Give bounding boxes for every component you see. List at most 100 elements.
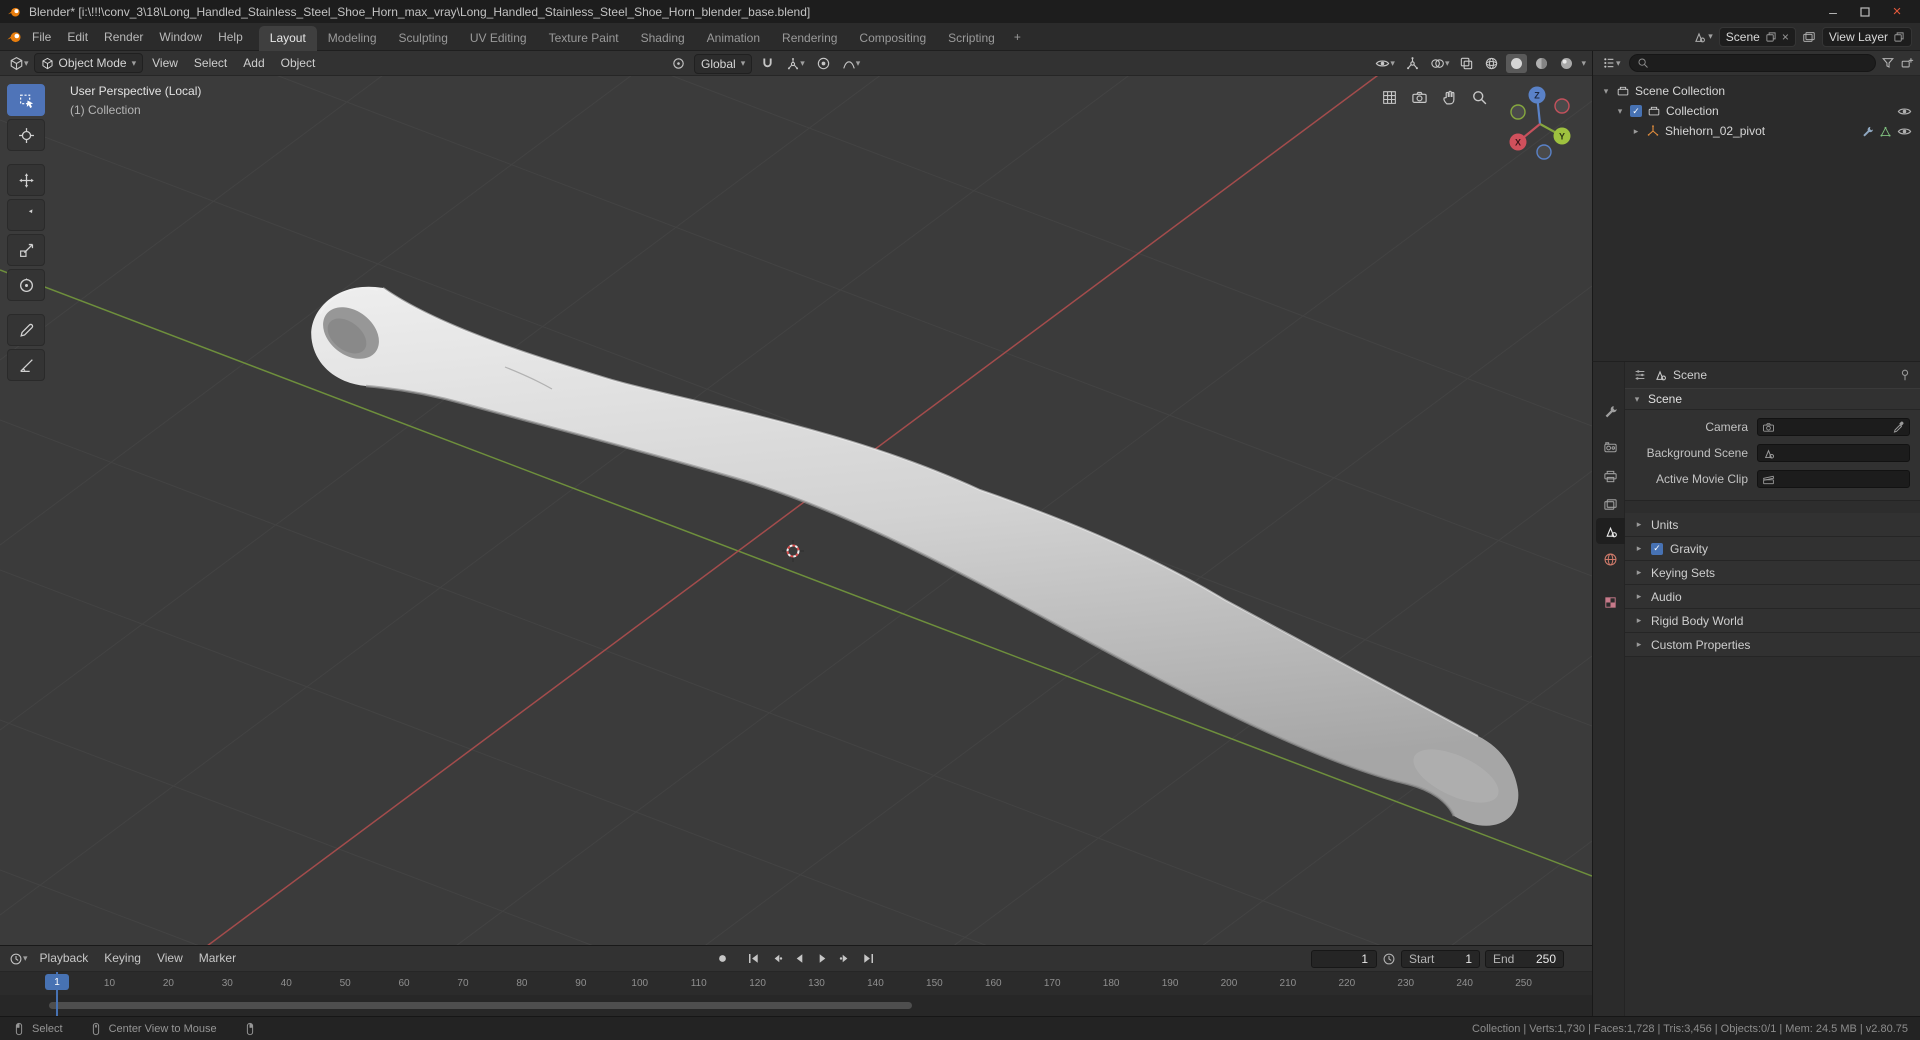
tab-scripting[interactable]: Scripting xyxy=(937,26,1006,51)
tab-output-properties[interactable] xyxy=(1596,463,1625,489)
collapse-icon[interactable]: ▸ xyxy=(1631,126,1641,137)
auto-keying-button[interactable] xyxy=(712,949,732,968)
rotate-tool[interactable] xyxy=(7,199,45,231)
toggle-ortho-icon[interactable] xyxy=(1381,89,1398,106)
current-frame-badge[interactable]: 1 xyxy=(45,974,69,990)
tab-texture-properties[interactable] xyxy=(1596,589,1625,615)
menu-help[interactable]: Help xyxy=(210,23,251,51)
viewport-canvas[interactable] xyxy=(0,76,1592,945)
pivot-point-button[interactable] xyxy=(668,54,689,73)
active-movie-clip-field[interactable] xyxy=(1757,470,1910,488)
transform-tool[interactable] xyxy=(7,269,45,301)
gizmo-neg-z[interactable] xyxy=(1536,144,1552,160)
outliner-row-object[interactable]: ▸ Shiehorn_02_pivot xyxy=(1593,121,1920,141)
section-gravity[interactable]: ▸ ✓ Gravity xyxy=(1625,537,1920,561)
maximize-button[interactable] xyxy=(1849,0,1881,23)
tab-shading[interactable]: Shading xyxy=(630,26,696,51)
tab-rendering[interactable]: Rendering xyxy=(771,26,848,51)
tab-world-properties[interactable] xyxy=(1596,546,1625,572)
current-frame-field[interactable]: 1 xyxy=(1311,949,1377,968)
tab-texture-paint[interactable]: Texture Paint xyxy=(538,26,630,51)
snap-settings-button[interactable]: ▾ xyxy=(783,55,808,73)
hide-eye-icon[interactable] xyxy=(1897,124,1912,139)
add-workspace-button[interactable]: + xyxy=(1006,24,1029,51)
move-tool[interactable] xyxy=(7,164,45,196)
close-button[interactable]: × xyxy=(1881,0,1913,23)
tab-layout[interactable]: Layout xyxy=(258,25,317,51)
outliner-row-scene-collection[interactable]: ▾ Scene Collection xyxy=(1593,81,1920,101)
section-rigid-body-world[interactable]: ▸ Rigid Body World xyxy=(1625,609,1920,633)
camera-view-icon[interactable] xyxy=(1411,89,1428,106)
shading-options-chevron-icon[interactable]: ▾ xyxy=(1581,58,1586,69)
expand-icon[interactable]: ▾ xyxy=(1615,106,1625,117)
gizmo-neg-y[interactable] xyxy=(1510,104,1526,120)
gravity-checkbox[interactable]: ✓ xyxy=(1651,542,1663,555)
mode-dropdown[interactable]: Object Mode ▾ xyxy=(33,53,144,73)
annotate-tool[interactable] xyxy=(7,314,45,346)
menu-file[interactable]: File xyxy=(24,23,59,51)
section-units[interactable]: ▸ Units xyxy=(1625,513,1920,537)
minimize-button[interactable]: – xyxy=(1817,0,1849,23)
shading-rendered-button[interactable] xyxy=(1556,54,1577,73)
select-box-tool[interactable] xyxy=(7,84,45,116)
jump-to-start-button[interactable] xyxy=(743,949,763,968)
object-visibility-button[interactable]: ▾ xyxy=(1372,54,1398,73)
jump-to-end-button[interactable] xyxy=(858,949,878,968)
orientation-dropdown[interactable]: Global ▾ xyxy=(694,53,753,74)
gizmo-neg-x[interactable] xyxy=(1554,98,1570,114)
eyedropper-icon[interactable] xyxy=(1892,421,1905,434)
section-audio[interactable]: ▸ Audio xyxy=(1625,585,1920,609)
falloff-dropdown-button[interactable]: ▾ xyxy=(839,55,864,73)
tab-sculpting[interactable]: Sculpting xyxy=(388,26,459,51)
tab-scene-properties[interactable] xyxy=(1596,518,1625,544)
navigation-gizmo[interactable]: Z Y X xyxy=(1498,80,1582,164)
section-custom-properties[interactable]: ▸ Custom Properties xyxy=(1625,633,1920,657)
unlink-scene-icon[interactable]: × xyxy=(1782,30,1789,44)
pin-icon[interactable] xyxy=(1898,368,1912,382)
menu-playback[interactable]: Playback xyxy=(33,946,96,971)
tab-compositing[interactable]: Compositing xyxy=(848,26,937,51)
scene-selector[interactable]: Scene × xyxy=(1718,26,1796,47)
menu-view[interactable]: View xyxy=(145,51,185,76)
menu-edit[interactable]: Edit xyxy=(59,23,96,51)
filter-funnel-icon[interactable] xyxy=(1881,56,1895,70)
outliner-row-collection[interactable]: ▾ ✓ Collection xyxy=(1593,101,1920,121)
expand-icon[interactable]: ▾ xyxy=(1601,86,1611,97)
cursor-tool[interactable] xyxy=(7,119,45,151)
shoehorn-object[interactable] xyxy=(311,286,1519,826)
show-overlays-button[interactable]: ▾ xyxy=(1427,54,1453,73)
new-view-layer-icon[interactable] xyxy=(1893,31,1905,43)
shading-wireframe-button[interactable] xyxy=(1481,54,1502,73)
snap-toggle-button[interactable] xyxy=(757,54,778,73)
show-gizmo-button[interactable] xyxy=(1402,54,1423,73)
tab-modeling[interactable]: Modeling xyxy=(317,26,388,51)
view-layer-icon-button[interactable] xyxy=(1802,30,1816,44)
scale-tool[interactable] xyxy=(7,234,45,266)
tab-tool-properties[interactable] xyxy=(1596,398,1625,424)
shading-material-button[interactable] xyxy=(1531,54,1552,73)
tab-animation[interactable]: Animation xyxy=(696,26,771,51)
collection-checkbox[interactable]: ✓ xyxy=(1630,105,1642,117)
menu-window[interactable]: Window xyxy=(151,23,210,51)
timeline-editor-type-button[interactable]: ▾ xyxy=(6,950,31,968)
new-scene-icon[interactable] xyxy=(1765,31,1777,43)
hide-eye-icon[interactable] xyxy=(1897,104,1912,119)
section-keying-sets[interactable]: ▸ Keying Sets xyxy=(1625,561,1920,585)
toggle-xray-button[interactable] xyxy=(1456,54,1477,73)
new-collection-icon[interactable] xyxy=(1900,56,1914,70)
play-reverse-button[interactable] xyxy=(789,949,809,968)
measure-tool[interactable] xyxy=(7,349,45,381)
timeline-ruler[interactable]: 10 20 30 40 50 60 70 80 90 100 110 120 130 140 150 160 1… xyxy=(0,972,1592,995)
pan-hand-icon[interactable] xyxy=(1441,89,1458,106)
menu-select[interactable]: Select xyxy=(187,51,234,76)
tab-view-layer-properties[interactable] xyxy=(1596,491,1625,517)
timeline-track-area[interactable] xyxy=(0,995,1592,1016)
proportional-editing-button[interactable] xyxy=(813,54,834,73)
end-frame-field[interactable]: End 250 xyxy=(1485,949,1564,968)
tab-uv-editing[interactable]: UV Editing xyxy=(459,26,538,51)
scene-panel-header[interactable]: ▾ Scene xyxy=(1625,388,1920,410)
outliner-editor-type-button[interactable]: ▾ xyxy=(1599,54,1624,72)
editor-type-button[interactable]: ▾ xyxy=(6,54,32,73)
timeline-scrollbar[interactable] xyxy=(49,1002,912,1009)
camera-field[interactable] xyxy=(1757,418,1910,436)
